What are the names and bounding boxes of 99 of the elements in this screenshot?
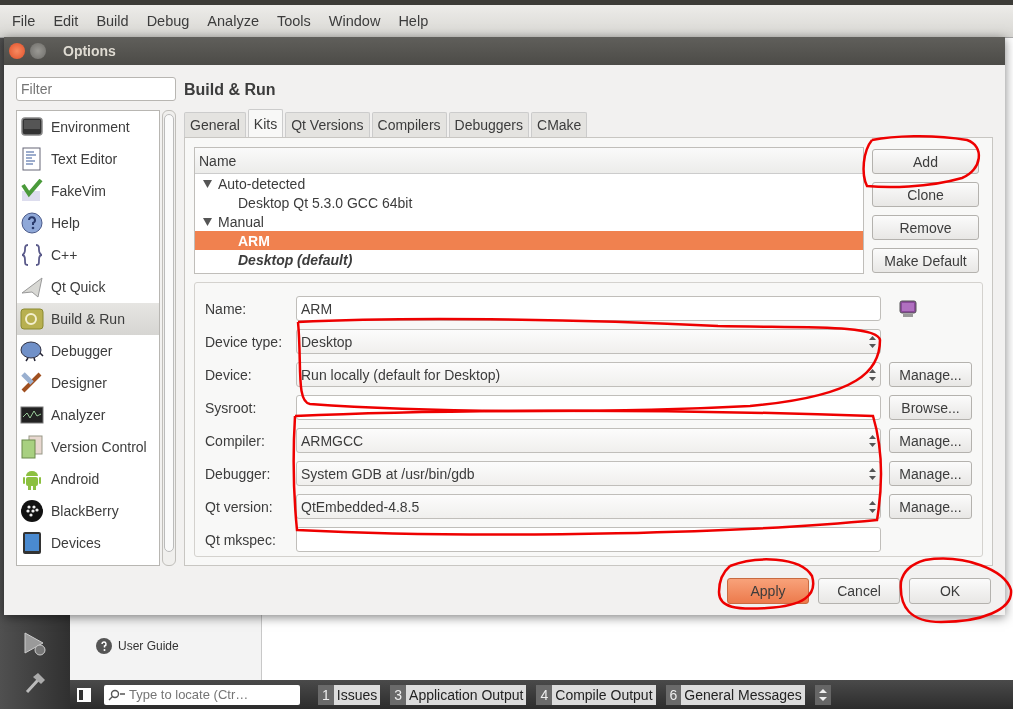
action-button[interactable]: Manage... <box>889 362 972 387</box>
bug-icon <box>20 339 44 363</box>
menu-item[interactable]: File <box>3 13 45 29</box>
spinner-arrows-icon <box>869 335 876 348</box>
paper-plane-icon <box>20 275 44 299</box>
category-item[interactable]: Analyzer <box>17 399 159 431</box>
field-label: Device: <box>205 366 253 383</box>
tree-item[interactable]: Desktop Qt 5.3.0 GCC 64bit <box>195 193 863 212</box>
field-label: Name: <box>205 300 248 317</box>
brush-icon <box>20 371 44 395</box>
dots-icon <box>20 499 44 523</box>
question-icon <box>96 638 112 654</box>
category-item[interactable]: FakeVim <box>17 175 159 207</box>
dropdown[interactable]: Desktop <box>296 329 881 354</box>
spinner-arrows-icon <box>869 368 876 381</box>
hammer-icon[interactable] <box>23 671 47 695</box>
search-icon <box>108 688 126 701</box>
category-item[interactable]: BlackBerry <box>17 495 159 527</box>
waveform-icon <box>20 403 44 427</box>
category-item[interactable]: Build & Run <box>17 303 159 335</box>
tree-group[interactable]: Auto-detected <box>195 174 863 193</box>
dialog-button[interactable]: Apply <box>727 577 809 604</box>
tab[interactable]: Debuggers <box>448 112 530 137</box>
field-label: Compiler: <box>205 432 266 449</box>
filter-field[interactable]: Filter <box>16 77 176 101</box>
monitor-icon[interactable] <box>899 299 917 318</box>
tree-group[interactable]: Manual <box>195 212 863 231</box>
field-label: Qt version: <box>205 498 274 515</box>
close-button[interactable] <box>9 43 25 59</box>
welcome-link[interactable]: User Guide <box>118 639 179 653</box>
output-pane-button[interactable]: 1 Issues <box>318 684 381 705</box>
field-label: Qt mkspec: <box>205 531 277 548</box>
checkmark-icon <box>20 179 44 203</box>
tablet-icon <box>20 531 44 555</box>
action-button[interactable]: Manage... <box>889 428 972 453</box>
category-item[interactable]: Debugger <box>17 335 159 367</box>
category-item[interactable]: Devices <box>17 527 159 559</box>
question-icon <box>20 211 44 235</box>
tab[interactable]: General <box>184 112 246 137</box>
menu-item[interactable]: Edit <box>44 13 88 29</box>
input-field[interactable] <box>296 527 881 552</box>
dropdown[interactable]: QtEmbedded-4.8.5 <box>296 494 881 519</box>
dropdown[interactable]: ARMGCC <box>296 428 881 453</box>
spinner-arrows-icon <box>869 500 876 513</box>
window-title: Options <box>63 43 116 59</box>
expand-arrow-icon[interactable] <box>203 179 212 188</box>
menu-item[interactable]: Debug <box>137 13 199 29</box>
monitor-icon <box>20 115 44 139</box>
action-button[interactable]: Browse... <box>889 395 972 420</box>
spinner-arrows-icon <box>869 434 876 447</box>
field-label: Debugger: <box>205 465 272 482</box>
output-pane-button[interactable]: 4 Compile Output <box>536 684 656 705</box>
logo-icon <box>20 307 44 331</box>
kit-button[interactable]: Clone <box>872 182 979 207</box>
dropdown[interactable]: Run locally (default for Desktop) <box>296 362 881 387</box>
documents-icon <box>20 435 44 459</box>
menu-item[interactable]: Analyze <box>198 13 268 29</box>
braces-icon <box>20 243 44 267</box>
column-header: Name <box>195 148 863 174</box>
menu-item[interactable]: Help <box>389 13 438 29</box>
action-button[interactable]: Manage... <box>889 461 972 486</box>
category-item[interactable]: Text Editor <box>17 143 159 175</box>
page-heading: Build & Run <box>184 80 277 100</box>
category-item[interactable]: C++ <box>17 239 159 271</box>
tab[interactable]: Qt Versions <box>285 112 370 137</box>
category-item[interactable]: Help <box>17 207 159 239</box>
scrollbar[interactable] <box>162 110 176 566</box>
category-item[interactable]: Android <box>17 463 159 495</box>
menu-item[interactable]: Tools <box>267 13 320 29</box>
dialog-button[interactable]: Cancel <box>818 577 900 604</box>
field-label: Device type: <box>205 333 284 350</box>
category-item[interactable]: Qt Quick <box>17 271 159 303</box>
maximize-button[interactable] <box>30 43 46 59</box>
tab[interactable]: Kits <box>247 109 284 137</box>
document-icon <box>20 147 44 171</box>
output-pane-button[interactable]: 6 General Messages <box>665 684 805 705</box>
tree-item[interactable]: Desktop (default) <box>195 250 863 269</box>
expand-arrow-icon[interactable] <box>203 217 212 226</box>
dialog-button[interactable]: OK <box>909 577 991 604</box>
kit-button[interactable]: Remove <box>872 215 979 240</box>
dropdown[interactable]: System GDB at /usr/bin/gdb <box>296 461 881 486</box>
field-label: Sysroot: <box>205 399 258 416</box>
input-field[interactable]: ARM <box>296 296 881 321</box>
sidebar-toggle-icon[interactable] <box>76 686 92 703</box>
kit-button[interactable]: Make Default <box>872 248 979 273</box>
up-down-arrows-icon[interactable] <box>814 684 831 705</box>
menu-item[interactable]: Window <box>319 13 390 29</box>
menu-item[interactable]: Build <box>87 13 138 29</box>
category-item[interactable]: Environment <box>17 111 159 143</box>
category-item[interactable]: Designer <box>17 367 159 399</box>
output-pane-button[interactable]: 3 Application Output <box>390 684 527 705</box>
spinner-arrows-icon <box>869 467 876 480</box>
run-icon[interactable] <box>22 631 48 657</box>
kit-button[interactable]: Add <box>872 149 979 174</box>
category-item[interactable]: Version Control <box>17 431 159 463</box>
action-button[interactable]: Manage... <box>889 494 972 519</box>
locator-field[interactable]: Type to locate (Ctr… <box>104 684 300 705</box>
tab[interactable]: CMake <box>531 112 588 137</box>
tab[interactable]: Compilers <box>371 112 447 137</box>
